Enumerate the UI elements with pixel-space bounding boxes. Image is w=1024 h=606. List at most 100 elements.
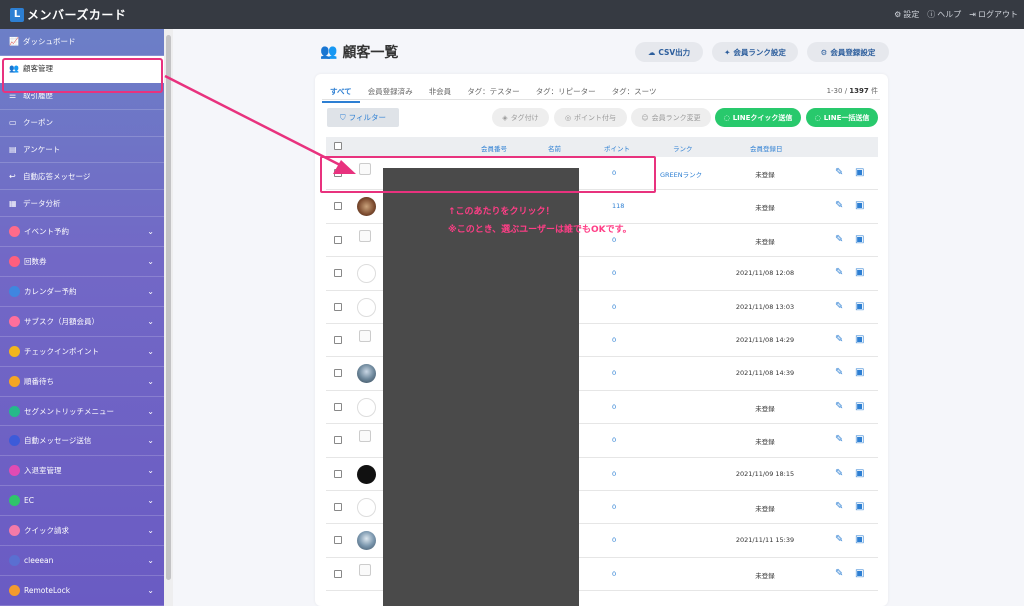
checkin-icon bbox=[9, 345, 20, 357]
avatar bbox=[357, 197, 376, 217]
select-all-checkbox[interactable] bbox=[334, 142, 342, 150]
registered-cell: 未登録 bbox=[755, 171, 775, 179]
profile-card-icon[interactable]: ▣ bbox=[855, 167, 866, 178]
registration-settings-button[interactable]: ⚙ 会員登録設定 bbox=[807, 42, 889, 62]
registered-cell: 未登録 bbox=[755, 505, 775, 513]
sidebar-group-calendar[interactable]: カレンダー予約 ⌄ bbox=[0, 277, 164, 307]
app-logo[interactable]: L メンバーズカード bbox=[10, 6, 126, 23]
header-points[interactable]: ポイント bbox=[604, 143, 630, 153]
row-checkbox[interactable] bbox=[334, 336, 342, 344]
edit-icon[interactable]: ✎ bbox=[835, 234, 846, 245]
sidebar-group-entry[interactable]: 入退室管理 ⌄ bbox=[0, 456, 164, 487]
points-cell: 0 bbox=[612, 436, 617, 445]
highlight-first-row bbox=[320, 156, 656, 193]
line-bulk-send-button[interactable]: ◌ LINE一括送信 bbox=[806, 108, 878, 127]
sidebar-group-rich-menu[interactable]: セグメントリッチメニュー ⌄ bbox=[0, 397, 164, 427]
edit-icon[interactable]: ✎ bbox=[835, 301, 846, 312]
profile-card-icon[interactable]: ▣ bbox=[855, 401, 866, 412]
profile-card-icon[interactable]: ▣ bbox=[855, 468, 866, 479]
door-icon bbox=[9, 465, 20, 477]
sidebar-group-auto-message[interactable]: 自動メッセージ送信 ⌄ bbox=[0, 426, 164, 457]
edit-icon[interactable]: ✎ bbox=[835, 434, 846, 445]
profile-card-icon[interactable]: ▣ bbox=[855, 234, 866, 245]
row-checkbox[interactable] bbox=[334, 202, 342, 211]
line-quick-send-button[interactable]: ◌ LINEクイック送信 bbox=[715, 108, 801, 127]
edit-icon[interactable]: ✎ bbox=[835, 334, 846, 345]
cleeean-icon bbox=[9, 554, 20, 566]
avatar bbox=[359, 330, 371, 342]
csv-export-button[interactable]: ☁ CSV出力 bbox=[635, 42, 703, 62]
avatar bbox=[359, 430, 371, 443]
sidebar-item-analysis[interactable]: ▦ データ分析 bbox=[0, 190, 164, 218]
sidebar-group-remotelock[interactable]: RemoteLock ⌄ bbox=[0, 576, 164, 606]
profile-card-icon[interactable]: ▣ bbox=[855, 301, 866, 312]
header-registered[interactable]: 会員登録日 bbox=[750, 143, 783, 153]
rank-change-button[interactable]: ☺ 会員ランク変更 bbox=[631, 108, 711, 127]
edit-icon[interactable]: ✎ bbox=[835, 200, 846, 211]
help-link[interactable]: ⓘ ヘルプ bbox=[927, 9, 961, 20]
profile-card-icon[interactable]: ▣ bbox=[855, 367, 866, 378]
point-grant-button[interactable]: ◎ ポイント付与 bbox=[554, 108, 627, 127]
edit-icon[interactable]: ✎ bbox=[835, 267, 846, 278]
cart-icon bbox=[9, 495, 20, 507]
sidebar-group-ticket[interactable]: 回数券 ⌄ bbox=[0, 247, 164, 278]
profile-card-icon[interactable]: ▣ bbox=[855, 267, 866, 278]
profile-card-icon[interactable]: ▣ bbox=[855, 334, 866, 345]
edit-icon[interactable]: ✎ bbox=[835, 367, 846, 378]
row-checkbox[interactable] bbox=[334, 469, 342, 478]
row-checkbox[interactable] bbox=[334, 503, 342, 511]
sidebar-scrollbar-thumb[interactable] bbox=[166, 35, 171, 580]
rank-settings-button[interactable]: ✦ 会員ランク設定 bbox=[712, 42, 798, 62]
header-name[interactable]: 名前 bbox=[548, 143, 561, 153]
registered-cell: 未登録 bbox=[755, 204, 775, 213]
row-checkbox[interactable] bbox=[334, 369, 342, 378]
row-checkbox[interactable] bbox=[334, 569, 342, 578]
avatar bbox=[357, 297, 376, 317]
sidebar-item-auto-reply[interactable]: ↩ 自動応答メッセージ bbox=[0, 163, 164, 191]
sidebar-item-coupons[interactable]: ▭ クーポン bbox=[0, 110, 164, 137]
row-checkbox[interactable] bbox=[334, 235, 342, 244]
tag-button[interactable]: ◈ タグ付け bbox=[492, 108, 549, 127]
sidebar-item-survey[interactable]: ▤ アンケート bbox=[0, 137, 164, 164]
sidebar: 📈 ダッシュボード 👥 顧客管理 ☰ 取引履歴 ▭ クーポン ▤ アンケート ↩ 自動応答メ… bbox=[0, 29, 164, 606]
profile-card-icon[interactable]: ▣ bbox=[855, 568, 866, 579]
sidebar-group-queue[interactable]: 順番待ち ⌄ bbox=[0, 367, 164, 397]
avatar bbox=[357, 531, 376, 551]
sidebar-group-cleeean[interactable]: cleeean ⌄ bbox=[0, 546, 164, 576]
points-cell: 0 bbox=[612, 469, 617, 478]
profile-card-icon[interactable]: ▣ bbox=[855, 200, 866, 211]
profile-card-icon[interactable]: ▣ bbox=[855, 534, 866, 545]
sidebar-item-dashboard[interactable]: 📈 ダッシュボード bbox=[0, 29, 164, 56]
user-icon: ☺ bbox=[641, 113, 649, 122]
edit-icon[interactable]: ✎ bbox=[835, 534, 846, 545]
logout-link[interactable]: ⇥ ログアウト bbox=[969, 9, 1018, 20]
chevron-down-icon: ⌄ bbox=[147, 466, 154, 476]
sidebar-group-event[interactable]: イベント予約 ⌄ bbox=[0, 217, 164, 248]
avatar bbox=[357, 364, 376, 384]
profile-card-icon[interactable]: ▣ bbox=[855, 434, 866, 445]
settings-link[interactable]: ⚙ 設定 bbox=[894, 9, 919, 20]
row-checkbox[interactable] bbox=[334, 402, 342, 411]
sidebar-group-checkin[interactable]: チェックインポイント ⌄ bbox=[0, 337, 164, 367]
edit-icon[interactable]: ✎ bbox=[835, 167, 846, 178]
sidebar-group-ec[interactable]: EC ⌄ bbox=[0, 486, 164, 517]
avatar bbox=[357, 397, 376, 417]
ticket-book-icon bbox=[9, 256, 20, 268]
registered-cell: 2021/11/08 12:08 bbox=[735, 269, 795, 278]
filter-button[interactable]: ⛉ フィルター bbox=[327, 108, 399, 127]
edit-icon[interactable]: ✎ bbox=[835, 568, 846, 579]
profile-card-icon[interactable]: ▣ bbox=[855, 501, 866, 512]
sidebar-group-subscription[interactable]: サブスク（月額会員） ⌄ bbox=[0, 307, 164, 337]
header-rank[interactable]: ランク bbox=[673, 143, 693, 153]
row-checkbox[interactable] bbox=[334, 536, 342, 545]
chevron-down-icon: ⌄ bbox=[147, 286, 154, 296]
registered-cell: 未登録 bbox=[755, 404, 775, 413]
edit-icon[interactable]: ✎ bbox=[835, 501, 846, 512]
edit-icon[interactable]: ✎ bbox=[835, 468, 846, 479]
edit-icon[interactable]: ✎ bbox=[835, 401, 846, 412]
row-checkbox[interactable] bbox=[334, 269, 342, 278]
row-checkbox[interactable] bbox=[334, 436, 342, 445]
row-checkbox[interactable] bbox=[334, 302, 342, 311]
header-member-no[interactable]: 会員番号 bbox=[481, 143, 507, 153]
sidebar-group-quick-billing[interactable]: クイック請求 ⌄ bbox=[0, 516, 164, 547]
